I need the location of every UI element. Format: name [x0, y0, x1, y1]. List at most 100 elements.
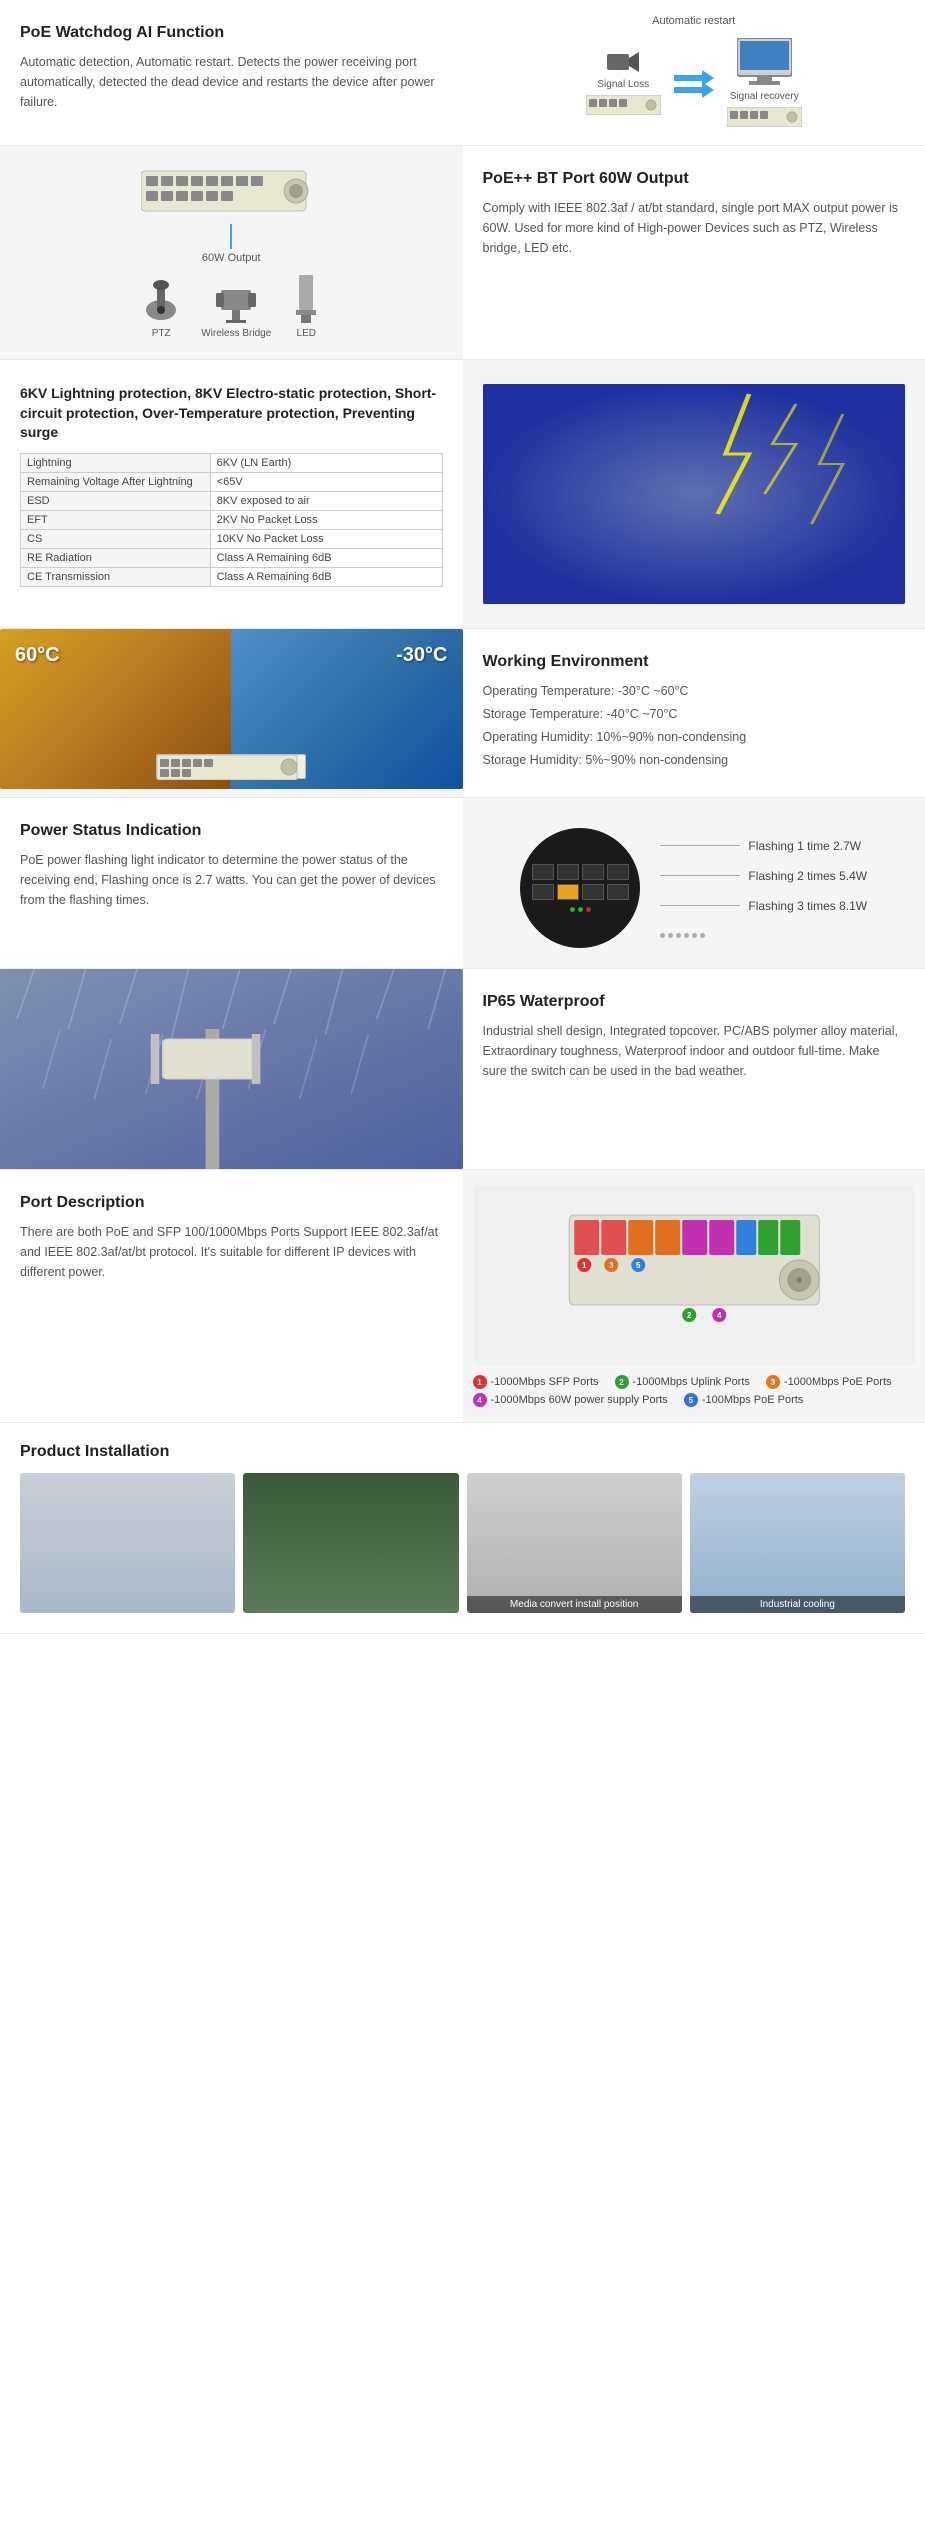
table-cell-feature: CS — [21, 529, 211, 548]
table-cell-value: Class A Remaining 6dB — [210, 567, 442, 586]
auto-restart-label: Automatic restart — [652, 15, 735, 27]
table-cell-value: Class A Remaining 6dB — [210, 548, 442, 567]
ptz-device: PTZ — [141, 275, 181, 339]
install-item — [243, 1473, 458, 1613]
install-item — [20, 1473, 235, 1613]
port-row-1 — [532, 864, 629, 880]
svg-text:2: 2 — [687, 1311, 692, 1320]
switch-icon-left — [586, 95, 661, 118]
bridge-device: Wireless Bridge — [201, 275, 271, 339]
legend-item: 2 -1000Mbps Uplink Ports — [615, 1375, 750, 1389]
monitor-icon-right — [737, 38, 792, 86]
port-block — [607, 884, 629, 900]
port-block — [582, 864, 604, 880]
working-env-line: Storage Humidity: 5%~90% non-condensing — [483, 750, 906, 770]
protection-left: 6KV Lightning protection, 8KV Electro-st… — [0, 360, 463, 628]
power-status-section: Power Status Indication PoE power flashi… — [0, 798, 925, 969]
bridge-label: Wireless Bridge — [201, 328, 271, 339]
working-env-section: 60°C -30°C Working Environment Op — [0, 629, 925, 798]
port-circle — [520, 828, 640, 948]
temp-cold-label: -30°C — [396, 644, 447, 667]
flash-line-icon — [660, 905, 740, 906]
table-cell-value: 8KV exposed to air — [210, 491, 442, 510]
table-row: ESD8KV exposed to air — [21, 491, 443, 510]
port-block — [582, 884, 604, 900]
waterproof-image — [0, 969, 463, 1169]
power-diagram: Flashing 1 time 2.7W Flashing 2 times 5.4… — [520, 828, 867, 948]
led-device: LED — [291, 275, 321, 339]
ptz-label: PTZ — [152, 328, 171, 339]
install-label: Industrial cooling — [690, 1596, 905, 1613]
ip65-title: IP65 Waterproof — [483, 993, 906, 1011]
install-item: Media convert install position — [467, 1473, 682, 1613]
working-env-right: Working Environment Operating Temperatur… — [463, 629, 925, 797]
table-row: CS10KV No Packet Loss — [21, 529, 443, 548]
power-status-left: Power Status Indication PoE power flashi… — [0, 798, 463, 968]
poe-bt-section: 60W Output PTZ Wir — [0, 146, 925, 360]
installation-grid: Media convert install position Industrial… — [20, 1473, 905, 1613]
watchdog-section: PoE Watchdog AI Function Automatic detec… — [0, 0, 925, 146]
switch-icon-right — [727, 107, 802, 130]
switch-top-view — [141, 166, 321, 219]
table-cell-value: 2KV No Packet Loss — [210, 510, 442, 529]
table-cell-value: 6KV (LN Earth) — [210, 453, 442, 472]
table-cell-feature: EFT — [21, 510, 211, 529]
flash-label: Flashing 2 times 5.4W — [748, 869, 867, 883]
led-dots — [570, 907, 591, 912]
working-env-line: Storage Temperature: -40°C ~70°C — [483, 704, 906, 724]
flash-item: Flashing 3 times 8.1W — [660, 899, 867, 913]
installation-section: Product Installation Media convert insta… — [0, 1423, 925, 1634]
table-cell-feature: Remaining Voltage After Lightning — [21, 472, 211, 491]
watchdog-right: Automatic restart Signal Loss — [463, 0, 925, 145]
signal-recovery-label: Signal recovery — [730, 91, 799, 102]
port-block — [532, 884, 554, 900]
flash-dots — [660, 933, 867, 938]
ip65-section: IP65 Waterproof Industrial shell design,… — [0, 969, 925, 1170]
protection-right: 🛡 — [463, 360, 925, 628]
table-cell-feature: ESD — [21, 491, 211, 510]
table-row: RE RadiationClass A Remaining 6dB — [21, 548, 443, 567]
legend-dot-icon: 2 — [615, 1375, 629, 1389]
port-block — [607, 864, 629, 880]
temp-image: 60°C -30°C — [0, 629, 463, 789]
power-status-right: Flashing 1 time 2.7W Flashing 2 times 5.4… — [463, 798, 925, 968]
legend-item: 5-100Mbps PoE Ports — [684, 1393, 804, 1407]
working-env-line: Operating Temperature: -30°C ~60°C — [483, 681, 906, 701]
legend-label: -1000Mbps SFP Ports — [491, 1376, 599, 1388]
temp-hot-label: 60°C — [15, 644, 60, 667]
svg-text:3: 3 — [609, 1261, 614, 1270]
port-legend: 1-1000Mbps SFP Ports2-1000Mbps Uplink Po… — [473, 1375, 916, 1407]
table-row: CE TransmissionClass A Remaining 6dB — [21, 567, 443, 586]
watchdog-title: PoE Watchdog AI Function — [20, 24, 443, 42]
legend-label: -1000Mbps Uplink Ports — [633, 1376, 750, 1388]
port-block-active — [557, 884, 579, 900]
poe-bt-desc: Comply with IEEE 802.3af / at/bt standar… — [483, 198, 906, 258]
table-cell-value: <65V — [210, 472, 442, 491]
poe-bt-right: PoE++ BT Port 60W Output Comply with IEE… — [463, 146, 925, 359]
install-label: Media convert install position — [467, 1596, 682, 1613]
signal-loss-label: Signal Loss — [597, 79, 649, 90]
flash-item: Flashing 2 times 5.4W — [660, 869, 867, 883]
port-block — [532, 864, 554, 880]
legend-item: 4-1000Mbps 60W power supply Ports — [473, 1393, 668, 1407]
ip65-left — [0, 969, 463, 1169]
working-env-left: 60°C -30°C — [0, 629, 463, 797]
lightning-image: 🛡 — [483, 384, 906, 604]
flash-item: Flashing 1 time 2.7W — [660, 839, 867, 853]
led-label: LED — [297, 328, 316, 339]
camera-icon-left — [607, 50, 639, 74]
port-image: 1 3 5 2 4 — [473, 1185, 916, 1365]
power-status-title: Power Status Indication — [20, 822, 443, 840]
protection-title: 6KV Lightning protection, 8KV Electro-st… — [20, 384, 443, 443]
installation-title: Product Installation — [20, 1443, 905, 1461]
svg-text:5: 5 — [636, 1261, 641, 1270]
watchdog-desc: Automatic detection, Automatic restart. … — [20, 52, 443, 112]
protection-table: Lightning6KV (LN Earth)Remaining Voltage… — [20, 453, 443, 587]
port-desc-text: There are both PoE and SFP 100/1000Mbps … — [20, 1222, 443, 1282]
power-status-desc: PoE power flashing light indicator to de… — [20, 850, 443, 910]
port-desc-right: 1 3 5 2 4 1-1000Mbps SFP Ports2-1000Mbps… — [463, 1170, 925, 1422]
flash-line-icon — [660, 875, 740, 876]
legend-dot-icon: 5 — [684, 1393, 698, 1407]
devices-row: PTZ Wireless Bridge LED — [141, 275, 321, 339]
flash-labels: Flashing 1 time 2.7W Flashing 2 times 5.4… — [660, 839, 867, 938]
